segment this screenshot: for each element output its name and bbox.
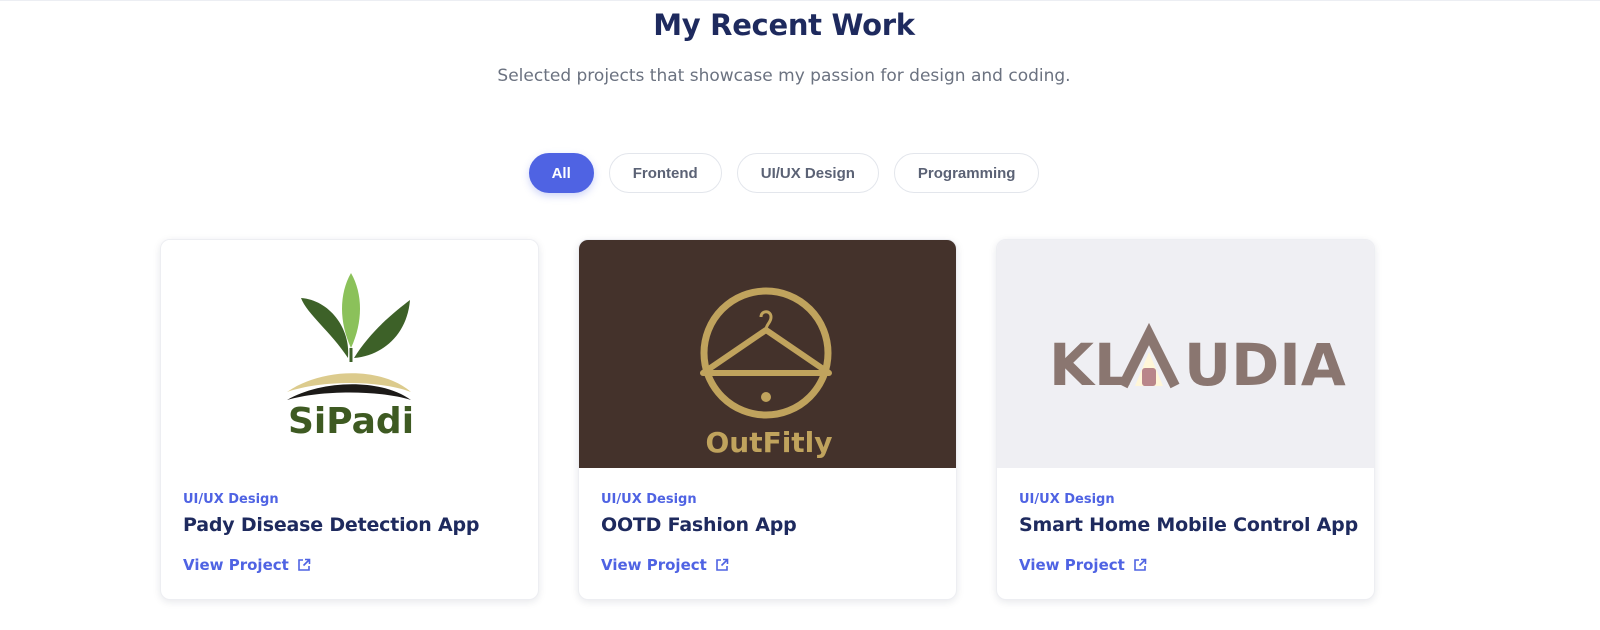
project-category: UI/UX Design	[1019, 492, 1115, 507]
project-title: OOTD Fashion App	[601, 514, 797, 536]
filter-uiux-button[interactable]: UI/UX Design	[736, 153, 879, 193]
section-title: My Recent Work	[653, 8, 915, 42]
project-title: Pady Disease Detection App	[183, 514, 480, 536]
project-card-outfitly[interactable]: OutFitly UI/UX Design OOTD Fashion App V…	[578, 239, 957, 600]
view-project-label: View Project	[1019, 556, 1125, 574]
project-category: UI/UX Design	[601, 492, 697, 507]
project-thumbnail: OutFitly	[579, 240, 956, 468]
view-project-label: View Project	[601, 556, 707, 574]
svg-text:KL: KL	[1049, 331, 1131, 399]
filter-bar: All Frontend UI/UX Design Programming	[0, 153, 1568, 193]
outfitly-logo: OutFitly	[700, 287, 833, 459]
project-card-sipadi[interactable]: SiPadi UI/UX Design Pady Disease Detecti…	[160, 239, 539, 600]
svg-text:UDIA: UDIA	[1184, 331, 1346, 399]
top-divider	[0, 0, 1600, 1]
external-link-icon	[1134, 558, 1147, 571]
external-link-icon	[298, 558, 311, 571]
project-thumbnail: SiPadi	[161, 240, 538, 468]
view-project-label: View Project	[183, 556, 289, 574]
view-project-link[interactable]: View Project	[183, 556, 311, 574]
filter-frontend-button[interactable]: Frontend	[608, 153, 722, 193]
project-thumbnail: KL UDIA	[997, 240, 1374, 468]
project-title: Smart Home Mobile Control App	[1019, 514, 1358, 536]
external-link-icon	[716, 558, 729, 571]
project-card-klaudia[interactable]: KL UDIA UI/UX Design Smart Home Mobile C…	[996, 239, 1375, 600]
svg-text:SiPadi: SiPadi	[288, 401, 414, 442]
view-project-link[interactable]: View Project	[601, 556, 729, 574]
sipadi-logo: SiPadi	[287, 273, 414, 442]
svg-text:OutFitly: OutFitly	[705, 426, 832, 459]
filter-programming-button[interactable]: Programming	[893, 153, 1040, 193]
klaudia-logo: KL UDIA	[1049, 322, 1346, 399]
project-category: UI/UX Design	[183, 492, 279, 507]
section-subtitle: Selected projects that showcase my passi…	[497, 66, 1071, 86]
view-project-link[interactable]: View Project	[1019, 556, 1147, 574]
filter-all-button[interactable]: All	[528, 153, 594, 193]
